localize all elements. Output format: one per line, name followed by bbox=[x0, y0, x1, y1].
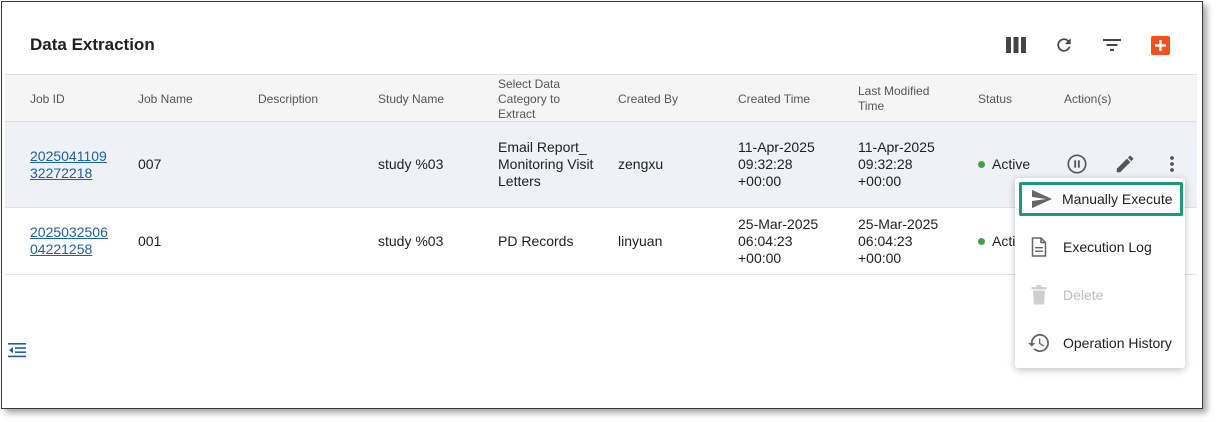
header-category[interactable]: Select Data Category to Extract bbox=[498, 75, 578, 123]
job-name-cell: 001 bbox=[138, 232, 162, 249]
header-status[interactable]: Status bbox=[978, 75, 1012, 123]
edit-icon[interactable] bbox=[1113, 152, 1137, 176]
status-cell: Acti bbox=[978, 208, 1015, 274]
row-actions-menu: Manually Execute Execution Log Delete Op… bbox=[1015, 178, 1185, 368]
header-job-name[interactable]: Job Name bbox=[138, 75, 193, 123]
header-actions: Action(s) bbox=[1064, 91, 1112, 106]
table-header: Job ID Job Name Description Study Name S… bbox=[5, 74, 1197, 122]
pause-icon[interactable] bbox=[1065, 152, 1089, 176]
modified-time-cell: 25-Mar-2025 06:04:23 +00:00 bbox=[858, 215, 939, 266]
study-name-cell: study %03 bbox=[378, 156, 444, 172]
history-icon bbox=[1015, 333, 1063, 353]
modified-time-cell: 11-Apr-2025 09:32:28 +00:00 bbox=[858, 139, 935, 189]
job-id-link[interactable]: 2025041109 32272218 bbox=[30, 148, 107, 182]
study-name-cell: study %03 bbox=[378, 232, 444, 249]
category-cell: PD Records bbox=[498, 232, 574, 249]
menu-item-operation-history[interactable]: Operation History bbox=[1015, 320, 1185, 366]
menu-item-execution-log[interactable]: Execution Log bbox=[1015, 224, 1185, 270]
menu-item-delete: Delete bbox=[1015, 272, 1185, 318]
collapse-sidebar-icon[interactable] bbox=[7, 341, 27, 361]
job-id-link[interactable]: 2025032506 04221258 bbox=[30, 224, 108, 258]
menu-item-manually-execute[interactable]: Manually Execute bbox=[1019, 182, 1183, 216]
app-frame: Data Extraction Job ID Job Name Descript… bbox=[1, 1, 1203, 409]
category-cell: Email Report_Monitoring Visit Letters bbox=[498, 139, 594, 189]
job-id-cell: 2025032506 04221258 bbox=[30, 208, 108, 274]
created-time-cell: 25-Mar-2025 06:04:23 +00:00 bbox=[738, 215, 819, 266]
refresh-icon[interactable] bbox=[1051, 32, 1077, 58]
header-last-modified[interactable]: Last Modified Time bbox=[858, 75, 943, 123]
job-name-cell: 007 bbox=[138, 156, 162, 172]
add-icon[interactable] bbox=[1147, 32, 1173, 58]
header-created-by[interactable]: Created By bbox=[618, 75, 678, 123]
document-icon bbox=[1015, 237, 1063, 257]
header-created-time[interactable]: Created Time bbox=[738, 75, 810, 123]
created-time-cell: 11-Apr-2025 09:32:28 +00:00 bbox=[738, 139, 815, 189]
header-study-name[interactable]: Study Name bbox=[378, 75, 444, 123]
send-icon bbox=[1022, 189, 1062, 209]
status-badge: Active bbox=[992, 156, 1031, 172]
more-vert-icon[interactable] bbox=[1160, 152, 1184, 176]
trash-icon bbox=[1015, 285, 1063, 305]
created-by-cell: linyuan bbox=[618, 232, 663, 249]
header-job-id[interactable]: Job ID bbox=[30, 75, 65, 123]
created-by-cell: zengxu bbox=[618, 156, 664, 172]
status-dot-icon bbox=[978, 161, 985, 168]
status-dot-icon bbox=[978, 237, 985, 245]
columns-icon[interactable] bbox=[1003, 32, 1029, 58]
status-badge: Acti bbox=[992, 232, 1016, 249]
page-title: Data Extraction bbox=[30, 35, 155, 54]
filter-icon[interactable] bbox=[1099, 32, 1125, 58]
job-id-cell: 2025041109 32272218 bbox=[30, 122, 107, 207]
header-description[interactable]: Description bbox=[258, 75, 318, 123]
